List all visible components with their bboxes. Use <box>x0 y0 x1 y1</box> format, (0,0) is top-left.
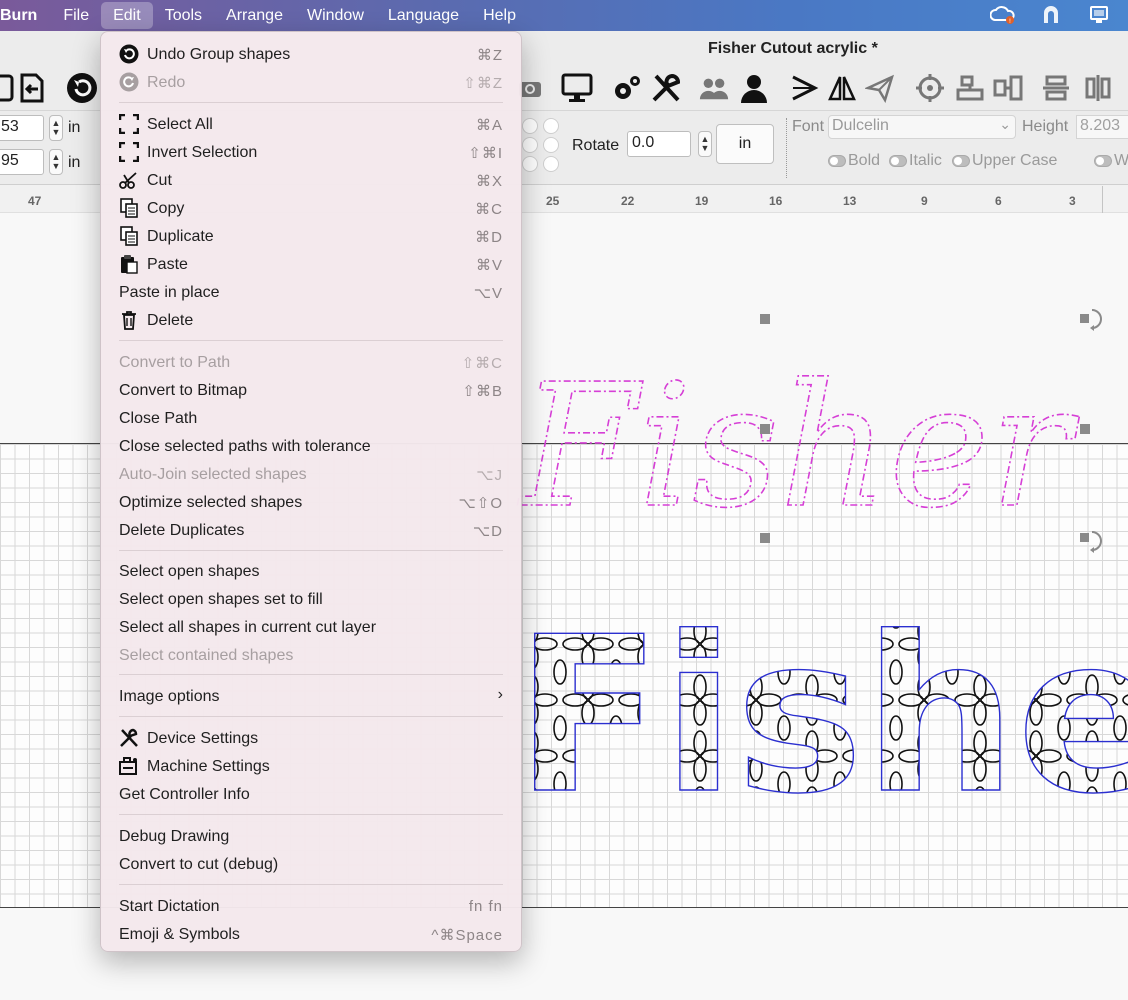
menu-item-image-options[interactable]: Image options › <box>119 684 503 708</box>
menu-item-start-dictation[interactable]: Start Dictation fn fn <box>119 894 503 918</box>
undo-icon <box>119 44 139 64</box>
menu-item-convert-to-cut[interactable]: Convert to cut (debug) <box>119 852 503 876</box>
upper-fisher-text[interactable]: Fisher <box>516 347 1080 547</box>
selection-handle[interactable] <box>1080 424 1090 434</box>
menu-separator <box>119 674 503 675</box>
menu-item-delete-duplicates[interactable]: Delete Duplicates ⌥D <box>119 518 503 542</box>
menu-item-device-settings[interactable]: Device Settings <box>119 726 503 750</box>
menu-item-select-cut-layer[interactable]: Select all shapes in current cut layer <box>119 615 503 639</box>
menu-separator <box>119 814 503 815</box>
redo-icon <box>119 72 139 92</box>
menu-item-close-paths-tolerance[interactable]: Close selected paths with tolerance <box>119 434 503 458</box>
selection-handle[interactable] <box>760 424 770 434</box>
menu-item-convert-to-bitmap[interactable]: Convert to Bitmap ⇧⌘B <box>119 378 503 402</box>
menu-item-paste[interactable]: Paste ⌘V <box>119 252 503 276</box>
menu-separator <box>119 340 503 341</box>
invert-selection-icon <box>119 142 139 162</box>
menu-item-paste-in-place[interactable]: Paste in place ⌥V <box>119 280 503 304</box>
menu-item-emoji-symbols[interactable]: Emoji & Symbols ^⌘Space <box>119 922 503 946</box>
menu-item-debug-drawing[interactable]: Debug Drawing <box>119 824 503 848</box>
rotate-handle-icon[interactable] <box>1078 528 1104 554</box>
menu-separator <box>119 102 503 103</box>
menu-item-machine-settings[interactable]: Machine Settings <box>119 754 503 778</box>
menu-item-copy[interactable]: Copy ⌘C <box>119 196 503 220</box>
clipboard-icon <box>119 255 139 274</box>
scissors-icon <box>119 171 139 189</box>
menu-item-select-contained[interactable]: Select contained shapes <box>119 643 503 667</box>
edit-menu-dropdown: Undo Group shapes ⌘Z Redo ⇧⌘Z Select All… <box>100 31 522 952</box>
copy-icon <box>119 198 139 218</box>
rotate-handle-icon[interactable] <box>1078 306 1104 332</box>
selection-handle[interactable] <box>760 533 770 543</box>
duplicate-icon <box>119 226 139 246</box>
lower-fisher-text[interactable]: Fisher <box>514 589 1128 841</box>
menu-item-cut[interactable]: Cut ⌘X <box>119 168 503 192</box>
menu-item-delete[interactable]: Delete <box>119 308 503 332</box>
select-all-icon <box>119 114 139 134</box>
selection-handle[interactable] <box>760 314 770 324</box>
menu-item-close-path[interactable]: Close Path <box>119 406 503 430</box>
menu-item-optimize-shapes[interactable]: Optimize selected shapes ⌥⇧O <box>119 490 503 514</box>
menu-separator <box>119 884 503 885</box>
trash-icon <box>119 311 139 330</box>
menu-item-select-open-shapes[interactable]: Select open shapes <box>119 559 503 583</box>
menu-item-duplicate[interactable]: Duplicate ⌘D <box>119 224 503 248</box>
menu-item-redo[interactable]: Redo ⇧⌘Z <box>119 70 503 94</box>
menu-item-convert-to-path[interactable]: Convert to Path ⇧⌘C <box>119 350 503 374</box>
menu-item-select-all[interactable]: Select All ⌘A <box>119 112 503 136</box>
menu-item-invert-selection[interactable]: Invert Selection ⇧⌘I <box>119 140 503 164</box>
menu-item-auto-join[interactable]: Auto-Join selected shapes ⌥J <box>119 462 503 486</box>
chevron-right-icon: › <box>497 686 503 703</box>
menu-separator <box>119 550 503 551</box>
wrench-screwdriver-icon <box>119 728 139 747</box>
menu-item-undo[interactable]: Undo Group shapes ⌘Z <box>119 42 503 66</box>
machine-settings-icon <box>119 757 139 775</box>
menu-separator <box>119 716 503 717</box>
menu-item-controller-info[interactable]: Get Controller Info <box>119 782 503 806</box>
menu-item-select-open-fill[interactable]: Select open shapes set to fill <box>119 587 503 611</box>
